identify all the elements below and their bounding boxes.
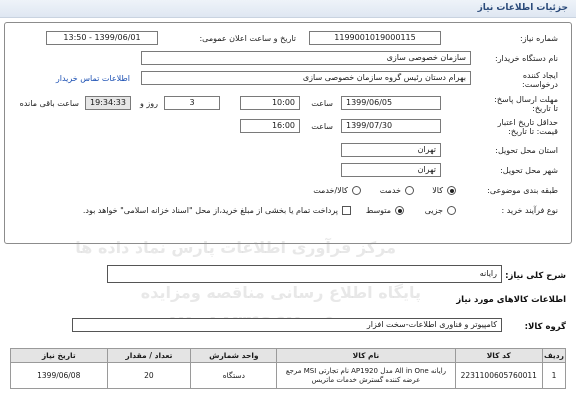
creator-field[interactable]: بهرام دستان رئیس گروه سازمان خصوصی سازی bbox=[141, 71, 471, 85]
city-field[interactable]: تهران bbox=[341, 163, 441, 177]
category-service-radio[interactable] bbox=[405, 186, 414, 195]
buyer-contact-link[interactable]: اطلاعات تماس خریدار bbox=[56, 74, 130, 83]
cell-name: رایانه All in One مدل AP1920 نام تجارتی … bbox=[276, 362, 456, 389]
col-row: ردیف bbox=[541, 348, 567, 363]
goods-table-header: ردیف کد کالا نام کالا واحد شمارش تعداد /… bbox=[10, 348, 567, 363]
col-date: تاریخ نیاز bbox=[10, 348, 108, 363]
category-goods-label: کالا bbox=[432, 186, 443, 195]
treasury-payment-note: پرداخت تمام یا بخشی از مبلغ خرید،از محل … bbox=[82, 206, 338, 215]
announce-label: تاریخ و ساعت اعلان عمومی: bbox=[199, 34, 296, 43]
validity-time-label: ساعت bbox=[311, 122, 333, 131]
buyer-org-label: نام دستگاه خریدار: bbox=[495, 54, 558, 63]
remaining-label: ساعت باقی مانده bbox=[19, 99, 79, 108]
summary-field[interactable]: رایانه bbox=[107, 265, 502, 283]
category-service-label: خدمت bbox=[379, 186, 401, 195]
validity-date-field[interactable]: 1399/07/30 bbox=[341, 119, 441, 133]
process-minor-label: جزیی bbox=[424, 206, 443, 215]
days-label: روز و bbox=[140, 99, 158, 108]
remaining-time-field: 19:34:33 bbox=[85, 96, 131, 110]
goods-table: ردیف کد کالا نام کالا واحد شمارش تعداد /… bbox=[10, 348, 567, 389]
col-name: نام کالا bbox=[276, 348, 456, 363]
cell-code: 2231100605760011 bbox=[454, 362, 543, 389]
process-medium-radio[interactable] bbox=[395, 206, 404, 215]
reply-time-field[interactable]: 10:00 bbox=[240, 96, 300, 110]
category-both-label: کالا/خدمت bbox=[313, 186, 348, 195]
reply-date-field[interactable]: 1399/06/05 bbox=[341, 96, 441, 110]
goods-group-label: گروه کالا: bbox=[524, 322, 566, 332]
creator-label: ایجاد کننده درخواست: bbox=[522, 71, 558, 89]
cell-qty: 20 bbox=[106, 362, 192, 389]
process-medium-label: متوسط bbox=[365, 206, 391, 215]
reply-deadline-label: مهلت ارسال پاسخ: تا تاریخ: bbox=[494, 95, 558, 113]
days-remaining-field[interactable]: 3 bbox=[164, 96, 220, 110]
cell-unit: دستگاه bbox=[190, 362, 278, 389]
col-unit: واحد شمارش bbox=[190, 348, 278, 363]
table-row[interactable]: 1 2231100605760011 رایانه All in One مدل… bbox=[10, 362, 567, 389]
col-qty: تعداد / مقدار bbox=[106, 348, 192, 363]
buyer-org-field[interactable]: سازمان خصوصی سازی bbox=[141, 51, 471, 65]
announce-field[interactable]: 1399/06/01 - 13:50 bbox=[46, 31, 158, 45]
category-label: طبقه بندی موضوعی: bbox=[487, 186, 558, 195]
validity-time-field[interactable]: 16:00 bbox=[240, 119, 300, 133]
need-number-field[interactable]: 1199001019000115 bbox=[309, 31, 441, 45]
cell-date: 1399/06/08 bbox=[10, 362, 108, 389]
city-label: شهر محل تحویل: bbox=[500, 166, 558, 175]
page-header: جزئیات اطلاعات نیاز bbox=[0, 0, 576, 18]
cell-row: 1 bbox=[541, 362, 567, 389]
watermark-line-2: پایگاه اطلاع رسانی مناقصه ومزایده bbox=[140, 283, 421, 302]
min-validity-label: حداقل تاریخ اعتبار قیمت: تا تاریخ: bbox=[497, 118, 558, 136]
page-title: جزئیات اطلاعات نیاز bbox=[477, 3, 568, 13]
goods-section-title: اطلاعات کالاهای مورد نیاز bbox=[456, 295, 566, 305]
col-code: کد کالا bbox=[454, 348, 543, 363]
province-field[interactable]: تهران bbox=[341, 143, 441, 157]
summary-label: شرح کلی نیاز: bbox=[505, 271, 566, 281]
goods-group-field[interactable]: کامپیوتر و فناوری اطلاعات-سخت افزار bbox=[72, 318, 502, 332]
reply-time-label: ساعت bbox=[311, 99, 333, 108]
treasury-payment-checkbox[interactable] bbox=[342, 206, 351, 215]
province-label: استان محل تحویل: bbox=[495, 146, 558, 155]
category-goods-radio[interactable] bbox=[447, 186, 456, 195]
need-number-label: شماره نیاز: bbox=[520, 34, 558, 43]
process-minor-radio[interactable] bbox=[447, 206, 456, 215]
process-label: نوع فرآیند خرید : bbox=[501, 206, 558, 215]
category-both-radio[interactable] bbox=[352, 186, 361, 195]
